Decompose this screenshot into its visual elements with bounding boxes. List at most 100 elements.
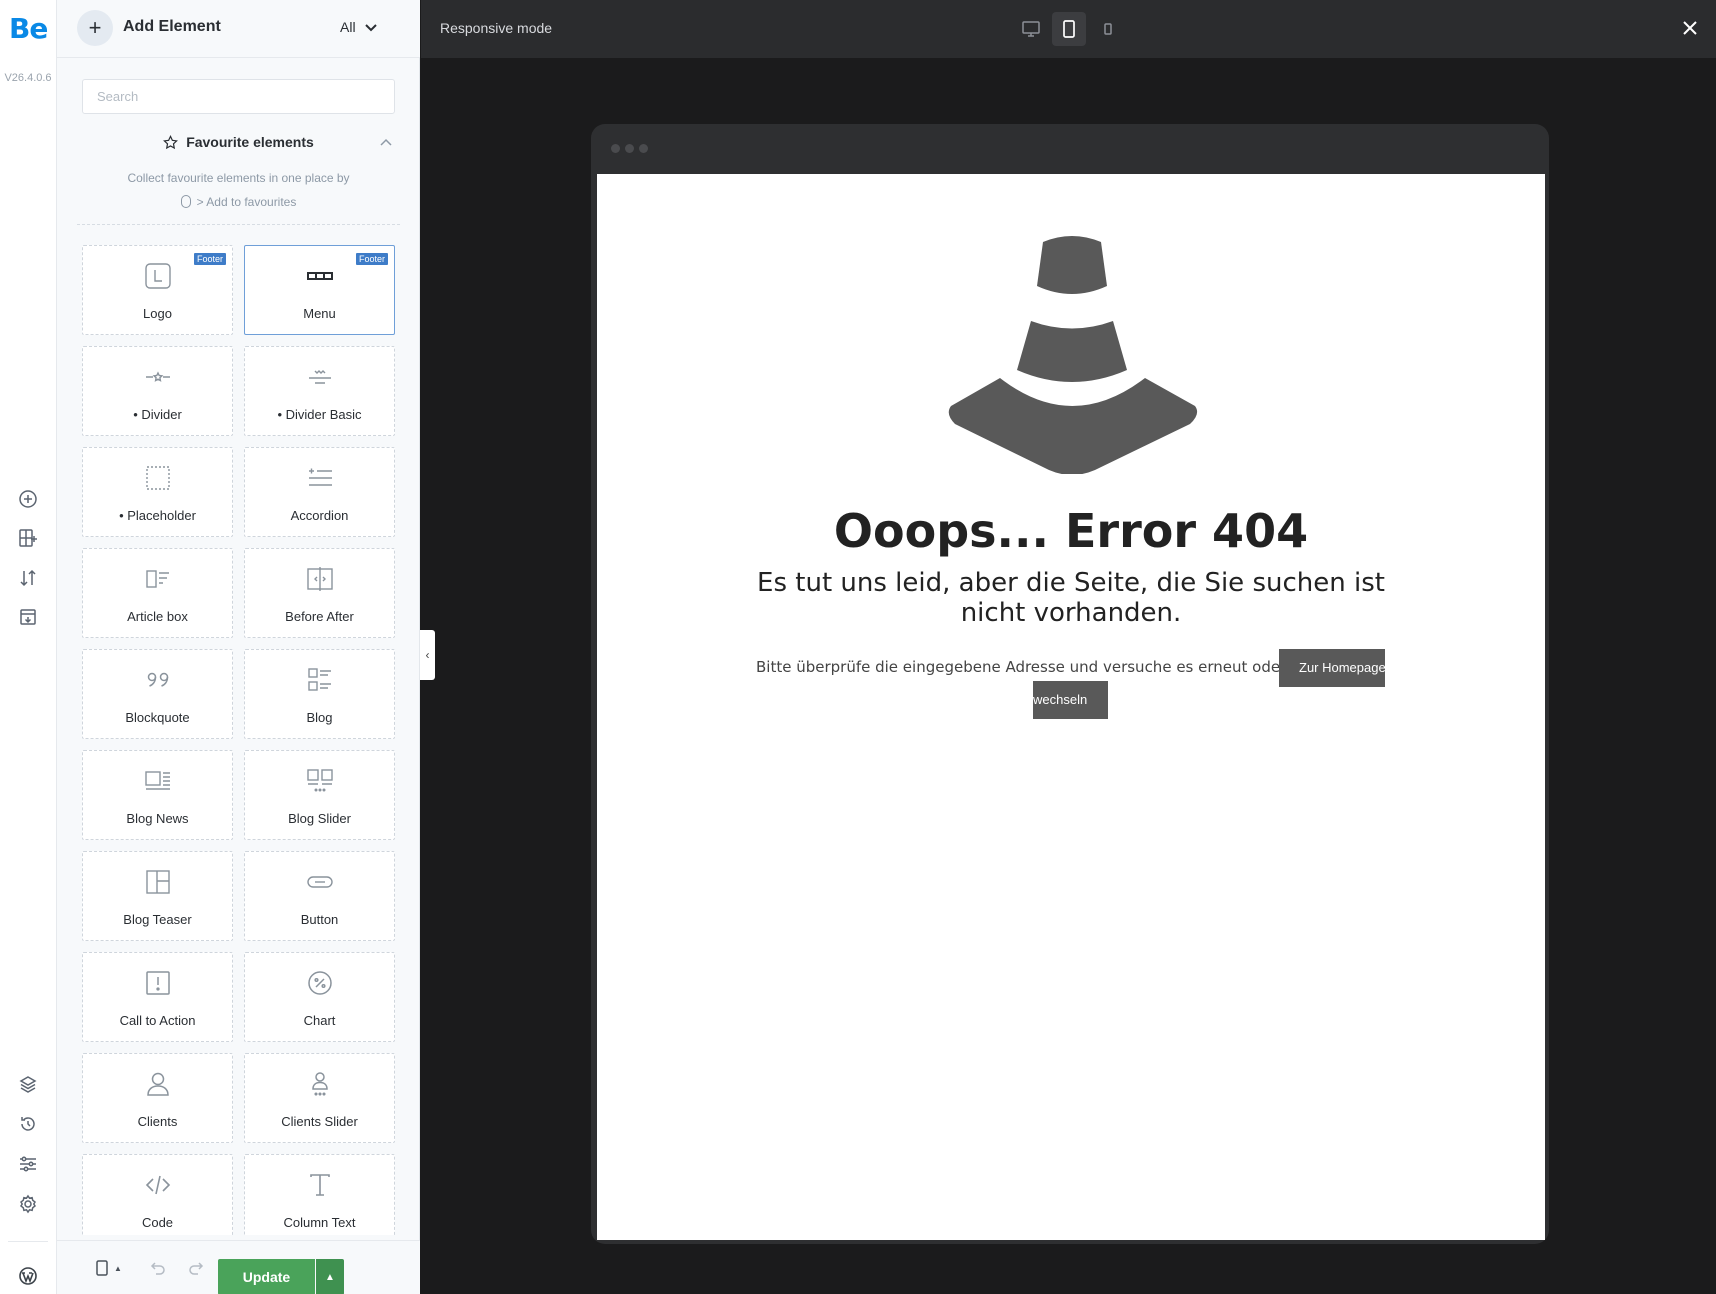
wordpress-icon[interactable] (16, 1264, 40, 1288)
favourites-header[interactable]: Favourite elements (57, 134, 420, 150)
element-label: Menu (303, 306, 336, 321)
window-dots (611, 144, 648, 153)
redo-icon (189, 1262, 204, 1275)
collapse-panel-button[interactable]: ‹ (420, 630, 435, 680)
filter-dropdown[interactable]: All (340, 19, 378, 35)
chevron-up-icon[interactable] (378, 135, 394, 151)
responsive-topbar: Responsive mode (421, 0, 1716, 58)
element-tile-divider-basic[interactable]: • Divider Basic (244, 346, 395, 436)
element-tile-blog-news[interactable]: Blog News (82, 750, 233, 840)
element-tile-before-after[interactable]: Before After (244, 548, 395, 638)
tablet-view-button[interactable] (1052, 12, 1086, 46)
search-input[interactable] (82, 79, 395, 114)
chart-icon (245, 969, 394, 997)
desktop-view-button[interactable] (1014, 12, 1048, 46)
element-label: • Placeholder (119, 508, 196, 523)
element-tile-logo[interactable]: Footer Logo (82, 245, 233, 335)
settings-gear-icon[interactable] (16, 1192, 40, 1216)
sort-icon[interactable] (16, 566, 40, 590)
caret-up-icon: ▲ (114, 1263, 122, 1273)
tablet-icon (1063, 20, 1075, 38)
element-label: Before After (285, 609, 354, 624)
element-tile-blog[interactable]: Blog (244, 649, 395, 739)
error-text: Bitte überprüfe die eingegebene Adresse … (756, 658, 1287, 676)
blog-icon (245, 666, 394, 694)
blockquote-icon (83, 666, 232, 694)
element-tile-button[interactable]: Button (244, 851, 395, 941)
star-icon (163, 134, 179, 149)
undo-button[interactable] (149, 1257, 167, 1279)
element-label: Clients Slider (281, 1114, 358, 1129)
device-preview-button[interactable]: ▲ (93, 1257, 122, 1279)
favourites-title: Favourite elements (186, 134, 314, 150)
options-icon[interactable] (16, 1152, 40, 1176)
redo-button[interactable] (187, 1257, 205, 1279)
update-button[interactable]: Update (218, 1259, 315, 1294)
element-tile-divider[interactable]: • Divider (82, 346, 233, 436)
responsive-mode-title: Responsive mode (440, 20, 553, 36)
element-grid: Footer Logo Footer Menu • Divider • Divi… (82, 245, 395, 1235)
element-label: Article box (127, 609, 188, 624)
divider-basic-icon (245, 363, 394, 391)
element-label: Blog (306, 710, 333, 725)
panel-title: Add Element (123, 18, 221, 35)
filter-value: All (340, 19, 356, 35)
element-tile-code[interactable]: Code (82, 1154, 233, 1235)
element-tile-column-text[interactable]: Column Text (244, 1154, 395, 1235)
element-label: Column Text (283, 1215, 356, 1230)
update-options-button[interactable]: ▲ (316, 1259, 344, 1294)
divider-icon (83, 363, 232, 391)
element-tile-menu[interactable]: Footer Menu (244, 245, 395, 335)
element-label: Blockquote (125, 710, 190, 725)
element-label: Call to Action (119, 1013, 196, 1028)
element-label: Accordion (290, 508, 349, 523)
error-title: Ooops... Error 404 (833, 504, 1309, 558)
element-tile-blog-slider[interactable]: Blog Slider (244, 750, 395, 840)
favourites-description: Collect favourite elements in one place … (57, 166, 420, 214)
clients-icon (83, 1070, 232, 1098)
element-tile-chart[interactable]: Chart (244, 952, 395, 1042)
code-icon (83, 1171, 232, 1199)
templates-icon[interactable] (16, 605, 40, 629)
close-button[interactable] (1678, 16, 1702, 40)
mobile-view-button[interactable] (1091, 12, 1125, 46)
button-icon (245, 868, 394, 896)
element-label: Code (141, 1215, 174, 1230)
blog-news-icon (83, 767, 232, 795)
element-tile-clients-slider[interactable]: Clients Slider (244, 1053, 395, 1143)
element-label: Blog Teaser (123, 912, 192, 927)
element-tile-call-to-action[interactable]: Call to Action (82, 952, 233, 1042)
element-tile-placeholder[interactable]: • Placeholder (82, 447, 233, 537)
homepage-button-wrap[interactable]: wechseln (1033, 681, 1108, 719)
be-logo[interactable]: Be (9, 12, 48, 45)
element-label: Chart (303, 1013, 336, 1028)
add-wrap-icon[interactable] (16, 526, 40, 550)
element-tile-blockquote[interactable]: Blockquote (82, 649, 233, 739)
layers-icon[interactable] (16, 1072, 40, 1096)
element-label: Button (300, 912, 339, 927)
element-tile-accordion[interactable]: Accordion (244, 447, 395, 537)
logo-icon (83, 262, 232, 290)
left-rail: Be V26.4.0.6 (0, 0, 57, 1294)
caret-up-icon: ▲ (325, 1271, 335, 1283)
element-label: Logo (143, 306, 172, 321)
mobile-icon (1104, 23, 1112, 35)
blog-teaser-icon (83, 868, 232, 896)
preview-screen: Ooops... Error 404 Es tut uns leid, aber… (597, 174, 1545, 1240)
homepage-button[interactable]: Zur Homepage (1279, 649, 1385, 687)
element-tile-clients[interactable]: Clients (82, 1053, 233, 1143)
placeholder-icon (83, 464, 232, 492)
element-tile-article-box[interactable]: Article box (82, 548, 233, 638)
element-label: Blog Slider (288, 811, 351, 826)
favourites-desc-line1: Collect favourite elements in one place … (127, 171, 350, 185)
history-icon[interactable] (16, 1112, 40, 1136)
add-section-icon[interactable] (16, 487, 40, 511)
undo-icon (150, 1262, 165, 1275)
chevron-down-icon (364, 24, 377, 32)
accordion-icon (245, 464, 394, 492)
element-tile-blog-teaser[interactable]: Blog Teaser (82, 851, 233, 941)
add-element-button[interactable]: + (77, 10, 113, 46)
menu-icon (245, 262, 394, 290)
blog-slider-icon (245, 767, 394, 795)
article-box-icon (83, 565, 232, 593)
